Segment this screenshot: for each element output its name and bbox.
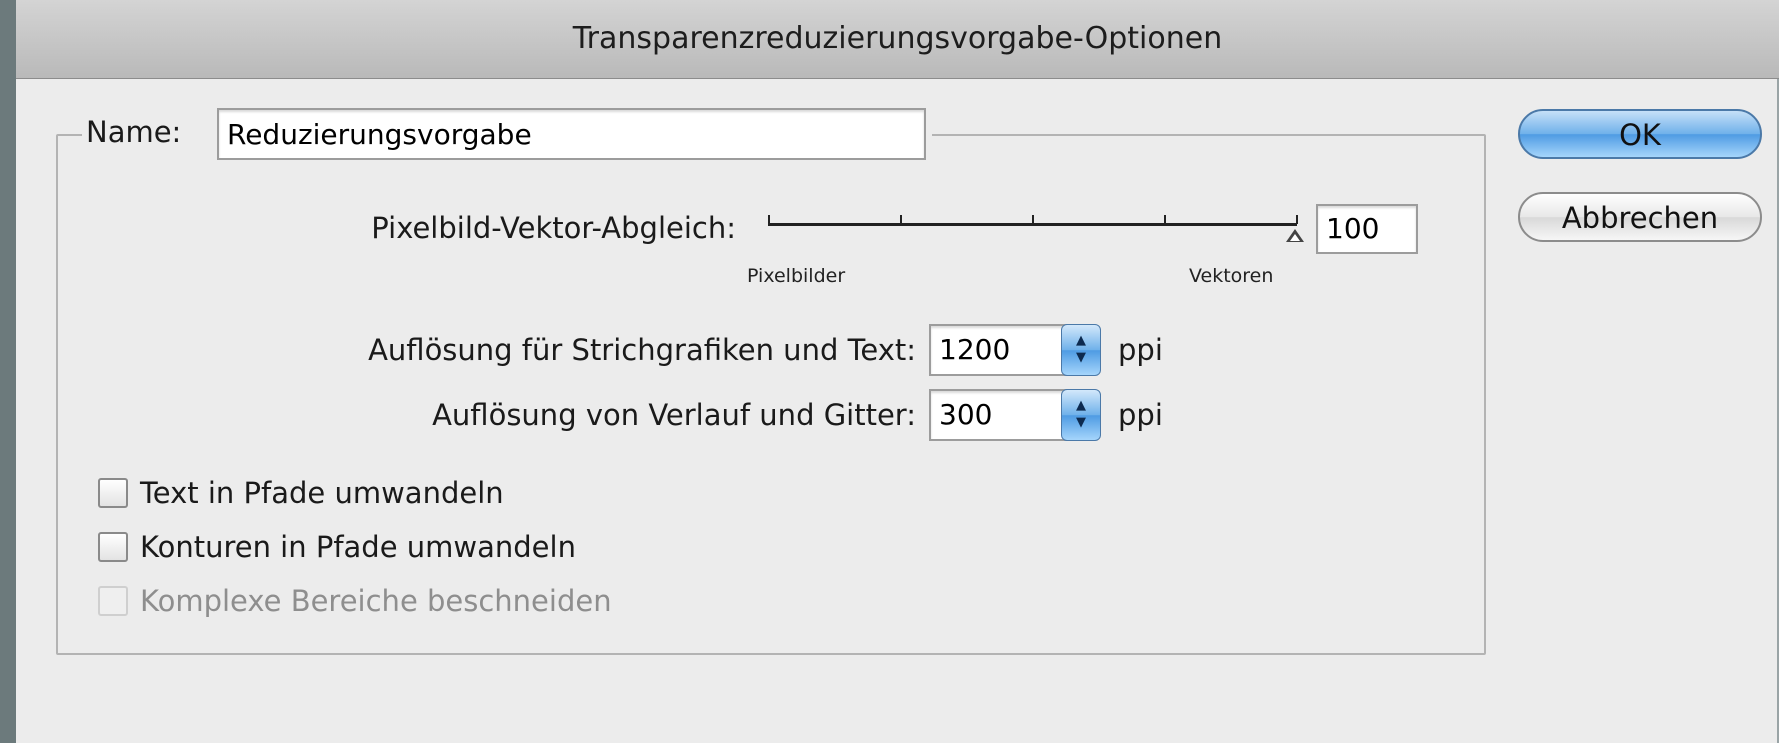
resolution-lines-unit: ppi: [1118, 333, 1163, 367]
slider-thumb-highlight: [1290, 234, 1300, 241]
slider-right-label: Vektoren: [1189, 265, 1274, 287]
strokes-to-paths-checkbox[interactable]: [98, 532, 128, 562]
slider-left-label: Pixelbilder: [747, 265, 846, 287]
name-label: Name:: [86, 115, 182, 149]
resolution-lines-label: Auflösung für Strichgrafiken und Text:: [368, 333, 916, 367]
stepper-down-icon[interactable]: ▼: [1076, 415, 1086, 430]
ok-button[interactable]: OK: [1518, 109, 1762, 159]
resolution-gradient-input[interactable]: 300: [929, 389, 1067, 441]
cancel-button[interactable]: Abbrechen: [1518, 192, 1762, 242]
text-to-paths-checkbox[interactable]: [98, 478, 128, 508]
slider-tick: [768, 215, 770, 224]
slider-tick: [1296, 215, 1298, 224]
dialog-title: Transparenzreduzierungsvorgabe-Optionen: [16, 0, 1779, 79]
strokes-to-paths-label[interactable]: Konturen in Pfade umwandeln: [140, 530, 576, 564]
resolution-lines-stepper[interactable]: ▲ ▼: [1061, 324, 1101, 376]
stepper-up-icon[interactable]: ▲: [1076, 333, 1086, 348]
slider-tick: [1032, 215, 1034, 224]
slider-value-input[interactable]: 100: [1316, 204, 1418, 254]
name-input[interactable]: Reduzierungsvorgabe: [217, 108, 926, 160]
resolution-gradient-label: Auflösung von Verlauf und Gitter:: [432, 398, 916, 432]
slider-tick: [900, 215, 902, 224]
clip-complex-regions-checkbox: [98, 586, 128, 616]
dialog-window: Transparenzreduzierungsvorgabe-Optionen …: [16, 0, 1779, 743]
slider-label: Pixelbild-Vektor-Abgleich:: [371, 211, 736, 245]
resolution-lines-input[interactable]: 1200: [929, 324, 1067, 376]
resolution-gradient-unit: ppi: [1118, 398, 1163, 432]
stepper-up-icon[interactable]: ▲: [1076, 398, 1086, 413]
resolution-gradient-stepper[interactable]: ▲ ▼: [1061, 389, 1101, 441]
text-to-paths-label[interactable]: Text in Pfade umwandeln: [140, 476, 504, 510]
stepper-down-icon[interactable]: ▼: [1076, 350, 1086, 365]
slider-tick: [1164, 215, 1166, 224]
clip-complex-regions-label: Komplexe Bereiche beschneiden: [140, 584, 612, 618]
